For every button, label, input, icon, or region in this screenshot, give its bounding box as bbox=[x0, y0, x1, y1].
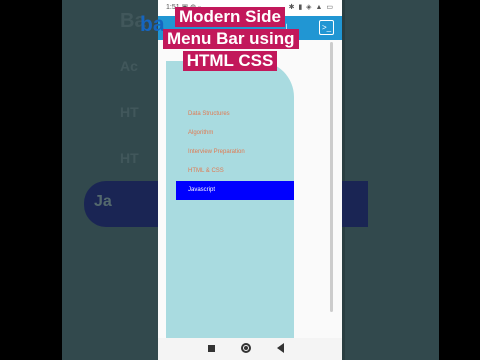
menu-item-algorithm[interactable]: Algorithm bbox=[166, 124, 294, 143]
terminal-icon[interactable]: >_ bbox=[319, 20, 334, 35]
home-icon[interactable] bbox=[241, 343, 251, 353]
side-menu: Data Structures Algorithm Interview Prep… bbox=[166, 61, 294, 338]
video-frame: Ba Ac HT HT Ja 1:51 ▣ ◍ ▫ ✱ ▮ ◈ ▲ ▭ ⤓ >_ bbox=[0, 0, 480, 360]
menu-item-data-structures[interactable]: Data Structures bbox=[166, 105, 294, 124]
recent-apps-icon[interactable] bbox=[208, 345, 215, 352]
blur-shade bbox=[62, 0, 158, 360]
logo-fragment: ba bbox=[140, 13, 165, 36]
system-nav-bar bbox=[158, 338, 342, 360]
menu-item-javascript[interactable]: Javascript bbox=[176, 181, 294, 200]
banner-line: HTML CSS bbox=[182, 51, 278, 71]
background-echo-right bbox=[342, 0, 439, 360]
menu-item-html-css[interactable]: HTML & CSS bbox=[166, 162, 294, 181]
blur-shade bbox=[342, 0, 439, 360]
menu-item-label: Javascript bbox=[188, 187, 216, 193]
menu-item-label: Algorithm bbox=[188, 130, 214, 136]
menu-item-label: Data Structures bbox=[188, 111, 230, 117]
title-banner: Modern Side Menu Bar using HTML CSS bbox=[163, 7, 299, 73]
banner-line: Modern Side bbox=[174, 7, 285, 27]
back-icon[interactable] bbox=[277, 343, 284, 353]
menu-list: Data Structures Algorithm Interview Prep… bbox=[166, 105, 294, 200]
menu-item-interview-preparation[interactable]: Interview Preparation bbox=[166, 143, 294, 162]
background-echo-left: Ba Ac HT HT Ja bbox=[62, 0, 158, 360]
menu-item-label: HTML & CSS bbox=[188, 168, 224, 174]
scrollbar[interactable] bbox=[330, 42, 333, 312]
banner-line: Menu Bar using bbox=[163, 29, 299, 49]
menu-item-label: Interview Preparation bbox=[188, 149, 245, 155]
